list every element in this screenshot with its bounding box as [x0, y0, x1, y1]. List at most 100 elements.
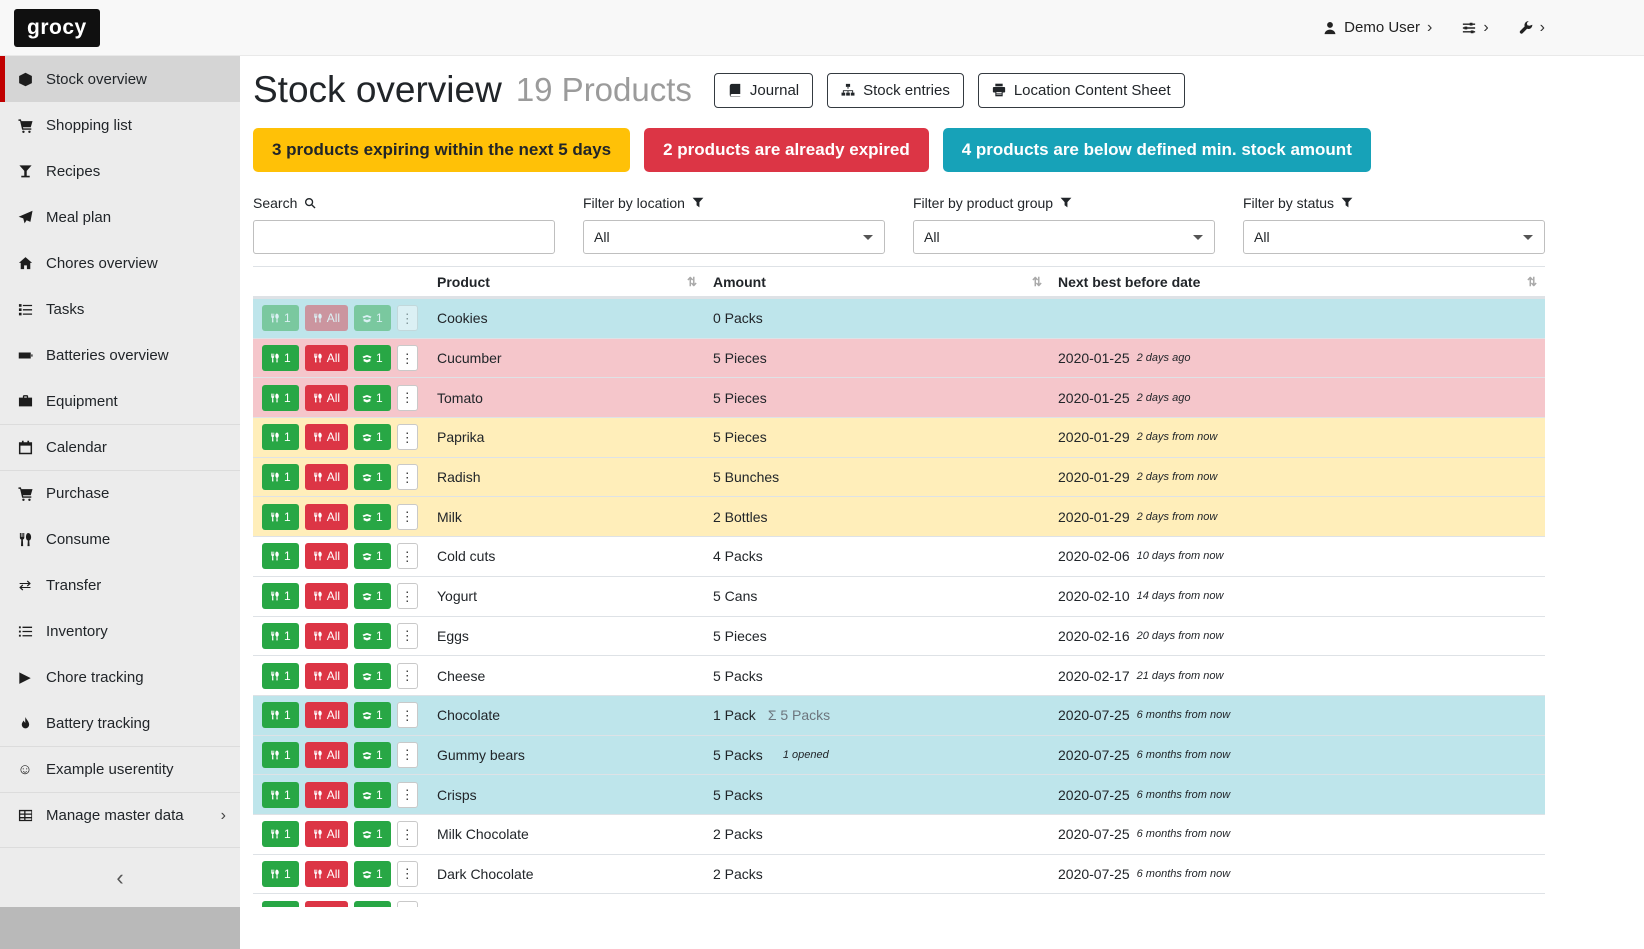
consume-one-button[interactable]: 1	[262, 464, 299, 490]
sidebar-item[interactable]: Chores overview	[0, 240, 240, 286]
row-menu-button[interactable]: ⋮	[397, 663, 418, 689]
consume-all-button[interactable]: All	[305, 821, 348, 847]
sidebar-item[interactable]: Battery tracking	[0, 700, 240, 746]
consume-one-button[interactable]: 1	[262, 385, 299, 411]
row-menu-button[interactable]: ⋮	[397, 305, 418, 331]
consume-all-button[interactable]: All	[305, 345, 348, 371]
row-menu-button[interactable]: ⋮	[397, 385, 418, 411]
sidebar-item[interactable]: Recipes	[0, 148, 240, 194]
open-one-label: 1	[376, 748, 383, 762]
open-one-button[interactable]: 1	[354, 305, 391, 331]
user-menu[interactable]: Demo User ›	[1323, 19, 1432, 36]
sidebar-item[interactable]: ▶ Chore tracking	[0, 654, 240, 700]
consume-one-button[interactable]: 1	[262, 782, 299, 808]
open-one-button[interactable]: 1	[354, 663, 391, 689]
consume-one-button[interactable]: 1	[262, 583, 299, 609]
consume-all-button[interactable]: All	[305, 782, 348, 808]
open-one-button[interactable]: 1	[354, 702, 391, 728]
sidebar-collapse-button[interactable]: ‹	[0, 847, 240, 907]
consume-all-button[interactable]: All	[305, 305, 348, 331]
open-one-button[interactable]: 1	[354, 345, 391, 371]
open-one-button[interactable]: 1	[354, 782, 391, 808]
open-one-button[interactable]: 1	[354, 623, 391, 649]
consume-one-button[interactable]: 1	[262, 543, 299, 569]
sidebar-item[interactable]: Tasks	[0, 286, 240, 332]
consume-one-button[interactable]: 1	[262, 504, 299, 530]
sidebar-item[interactable]: Purchase	[0, 470, 240, 516]
consume-all-button[interactable]: All	[305, 861, 348, 887]
sidebar-item[interactable]: Calendar	[0, 424, 240, 470]
consume-one-button[interactable]: 1	[262, 901, 299, 907]
status-banner[interactable]: 4 products are below defined min. stock …	[943, 128, 1371, 172]
consume-one-button[interactable]: 1	[262, 742, 299, 768]
consume-one-button[interactable]: 1	[262, 305, 299, 331]
best-before-column-header[interactable]: Next best before date ⇅	[1050, 267, 1545, 296]
open-one-button[interactable]: 1	[354, 583, 391, 609]
header-action-button[interactable]: Journal	[714, 73, 813, 108]
sidebar-item[interactable]: Meal plan	[0, 194, 240, 240]
consume-all-button[interactable]: All	[305, 702, 348, 728]
consume-one-button[interactable]: 1	[262, 702, 299, 728]
row-menu-button[interactable]: ⋮	[397, 424, 418, 450]
row-menu-button[interactable]: ⋮	[397, 504, 418, 530]
open-one-button[interactable]: 1	[354, 742, 391, 768]
consume-all-button[interactable]: All	[305, 464, 348, 490]
row-menu-button[interactable]: ⋮	[397, 901, 418, 907]
consume-all-button[interactable]: All	[305, 385, 348, 411]
consume-one-button[interactable]: 1	[262, 663, 299, 689]
row-menu-button[interactable]: ⋮	[397, 345, 418, 371]
product-column-header[interactable]: Product ⇅	[429, 267, 705, 296]
consume-one-button[interactable]: 1	[262, 424, 299, 450]
sidebar-item[interactable]: Batteries overview	[0, 332, 240, 378]
sidebar-item[interactable]: Inventory	[0, 608, 240, 654]
consume-all-button[interactable]: All	[305, 742, 348, 768]
consume-one-button[interactable]: 1	[262, 623, 299, 649]
open-one-button[interactable]: 1	[354, 504, 391, 530]
sidebar-item[interactable]: ☺ Example userentity	[0, 746, 240, 792]
header-action-button[interactable]: Stock entries	[827, 73, 964, 108]
settings-menu[interactable]: ›	[1462, 20, 1488, 36]
open-one-button[interactable]: 1	[354, 821, 391, 847]
open-one-button[interactable]: 1	[354, 385, 391, 411]
row-menu-button[interactable]: ⋮	[397, 861, 418, 887]
open-one-button[interactable]: 1	[354, 424, 391, 450]
row-menu-button[interactable]: ⋮	[397, 583, 418, 609]
sidebar-item[interactable]: Manage master data ›	[0, 792, 240, 838]
open-one-button[interactable]: 1	[354, 464, 391, 490]
consume-all-button[interactable]: All	[305, 663, 348, 689]
sidebar-item[interactable]: Equipment	[0, 378, 240, 424]
admin-menu[interactable]: ›	[1519, 20, 1545, 36]
open-one-button[interactable]: 1	[354, 543, 391, 569]
sidebar-item[interactable]: Stock overview	[0, 56, 240, 102]
consume-one-button[interactable]: 1	[262, 861, 299, 887]
row-menu-button[interactable]: ⋮	[397, 464, 418, 490]
status-banner[interactable]: 3 products expiring within the next 5 da…	[253, 128, 630, 172]
product-group-filter-select[interactable]: All	[913, 220, 1215, 254]
sidebar-item[interactable]: Consume	[0, 516, 240, 562]
consume-all-button[interactable]: All	[305, 901, 348, 907]
consume-all-button[interactable]: All	[305, 504, 348, 530]
consume-all-button[interactable]: All	[305, 424, 348, 450]
row-menu-button[interactable]: ⋮	[397, 543, 418, 569]
search-input[interactable]	[253, 220, 555, 254]
consume-one-button[interactable]: 1	[262, 345, 299, 371]
consume-all-button[interactable]: All	[305, 543, 348, 569]
sidebar-item[interactable]: ⇄ Transfer	[0, 562, 240, 608]
open-one-button[interactable]: 1	[354, 861, 391, 887]
grocy-logo[interactable]: grocy	[14, 9, 100, 47]
row-menu-button[interactable]: ⋮	[397, 623, 418, 649]
row-menu-button[interactable]: ⋮	[397, 821, 418, 847]
row-menu-button[interactable]: ⋮	[397, 782, 418, 808]
sidebar-item[interactable]: Shopping list	[0, 102, 240, 148]
status-banner[interactable]: 2 products are already expired	[644, 128, 929, 172]
consume-all-button[interactable]: All	[305, 583, 348, 609]
location-filter-select[interactable]: All	[583, 220, 885, 254]
open-one-button[interactable]: 1	[354, 901, 391, 907]
consume-all-button[interactable]: All	[305, 623, 348, 649]
status-filter-select[interactable]: All	[1243, 220, 1545, 254]
row-menu-button[interactable]: ⋮	[397, 702, 418, 728]
row-menu-button[interactable]: ⋮	[397, 742, 418, 768]
consume-one-button[interactable]: 1	[262, 821, 299, 847]
header-action-button[interactable]: Location Content Sheet	[978, 73, 1185, 108]
amount-column-header[interactable]: Amount ⇅	[705, 267, 1050, 296]
